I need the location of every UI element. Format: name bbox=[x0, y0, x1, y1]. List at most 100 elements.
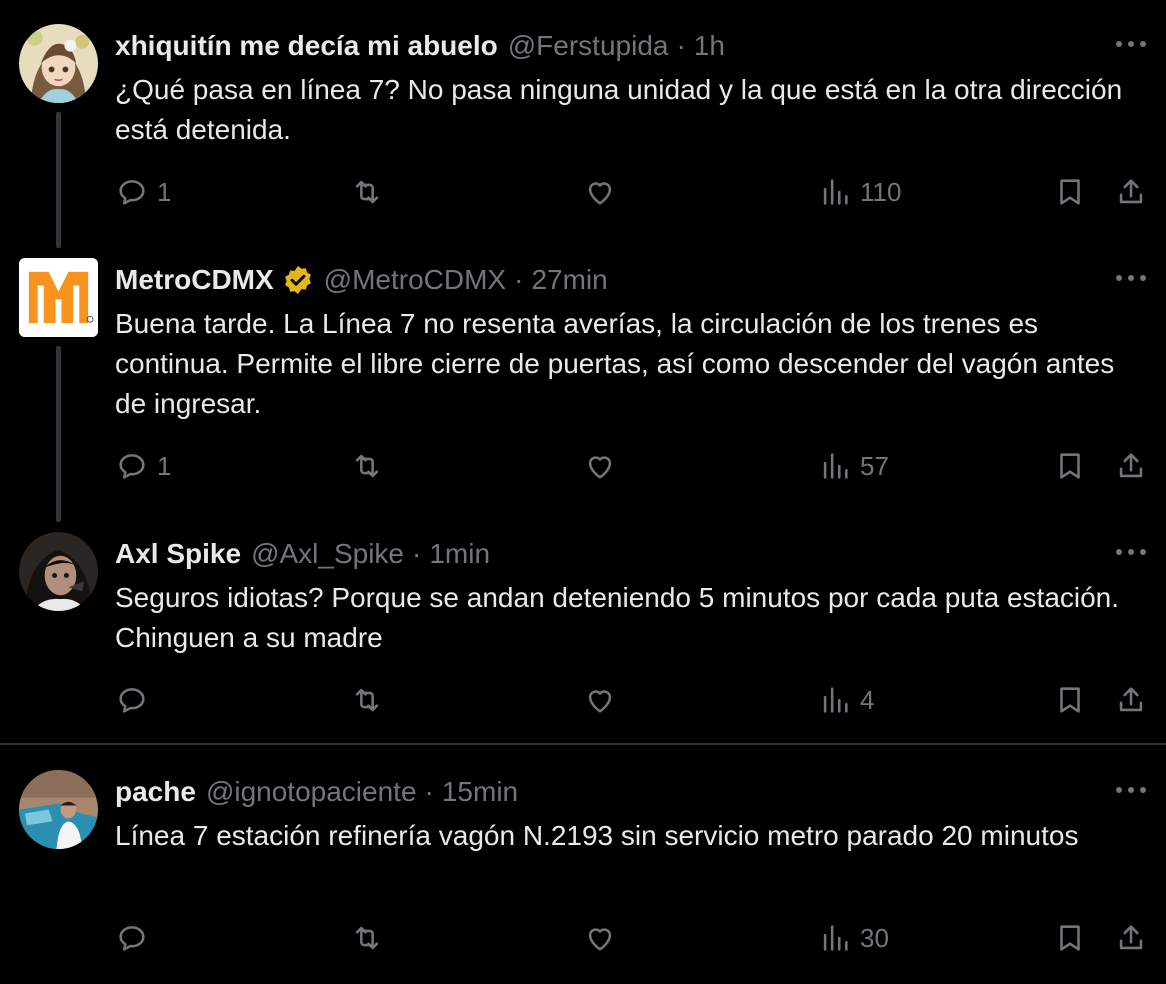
share-button[interactable] bbox=[1114, 170, 1148, 214]
timestamp[interactable]: 15min bbox=[442, 776, 518, 808]
retweet-icon bbox=[355, 926, 379, 950]
reply-button[interactable] bbox=[115, 916, 157, 960]
bookmark-icon bbox=[1060, 925, 1080, 951]
separator: · bbox=[514, 264, 524, 295]
retweet-icon bbox=[355, 688, 379, 712]
user-avatar[interactable] bbox=[19, 532, 98, 611]
like-button[interactable] bbox=[583, 444, 617, 488]
like-button[interactable] bbox=[583, 678, 617, 722]
tweet-text: Línea 7 estación refinería vagón N.2193 … bbox=[115, 820, 1079, 851]
views-chart-icon bbox=[823, 453, 848, 479]
metro-logo-icon bbox=[19, 258, 98, 337]
share-button[interactable] bbox=[1114, 444, 1148, 488]
tweet-actions: 30 bbox=[0, 916, 1166, 960]
tweet-header: pache @ignotopaciente · 15min bbox=[115, 772, 518, 812]
retweet-button[interactable] bbox=[350, 170, 384, 214]
bookmark-button[interactable] bbox=[1053, 170, 1087, 214]
retweet-button[interactable] bbox=[350, 678, 384, 722]
share-icon bbox=[1119, 925, 1143, 950]
reply-icon bbox=[119, 180, 145, 205]
bookmark-button[interactable] bbox=[1053, 916, 1087, 960]
more-options-button[interactable] bbox=[1114, 538, 1148, 566]
person-photo-icon bbox=[19, 532, 98, 611]
retweet-icon bbox=[355, 454, 379, 478]
reply-icon bbox=[119, 926, 145, 951]
tweet-actions: 1 57 bbox=[0, 444, 1166, 488]
tweet-text: Seguros idiotas? Porque se andan detenie… bbox=[115, 582, 1127, 653]
more-dots-icon bbox=[1116, 549, 1146, 555]
display-name[interactable]: MetroCDMX bbox=[115, 264, 274, 296]
display-name[interactable]: xhiquitín me decía mi abuelo bbox=[115, 30, 498, 62]
views-button[interactable]: 30 bbox=[818, 916, 889, 960]
tweet[interactable]: pache @ignotopaciente · 15min Línea 7 es… bbox=[0, 746, 1166, 984]
views-button[interactable]: 57 bbox=[818, 444, 889, 488]
user-avatar[interactable] bbox=[19, 24, 98, 103]
user-avatar[interactable] bbox=[19, 770, 98, 849]
timestamp[interactable]: 27min bbox=[531, 264, 607, 296]
heart-icon bbox=[588, 182, 612, 205]
share-button[interactable] bbox=[1114, 678, 1148, 722]
tweet-feed: xhiquitín me decía mi abuelo @Ferstupida… bbox=[0, 0, 1166, 984]
views-count: 30 bbox=[860, 922, 889, 953]
views-count: 110 bbox=[860, 176, 902, 207]
retweet-button[interactable] bbox=[350, 916, 384, 960]
separator: · bbox=[676, 30, 686, 61]
user-handle[interactable]: @Axl_Spike bbox=[251, 538, 404, 570]
user-handle[interactable]: @Ferstupida bbox=[508, 30, 669, 62]
like-button[interactable] bbox=[583, 916, 617, 960]
views-button[interactable]: 110 bbox=[818, 170, 901, 214]
user-handle[interactable]: @MetroCDMX bbox=[324, 264, 506, 296]
bookmark-icon bbox=[1060, 453, 1080, 479]
tweet-text: Buena tarde. La Línea 7 no resenta averí… bbox=[115, 308, 1123, 419]
tweet-header: Axl Spike @Axl_Spike · 1min bbox=[115, 534, 490, 574]
tweet-divider bbox=[0, 743, 1166, 745]
reply-button[interactable]: 1 bbox=[115, 444, 171, 488]
bookmark-button[interactable] bbox=[1053, 678, 1087, 722]
more-options-button[interactable] bbox=[1114, 30, 1148, 58]
heart-icon bbox=[588, 928, 612, 951]
more-options-button[interactable] bbox=[1114, 264, 1148, 292]
like-button[interactable] bbox=[583, 170, 617, 214]
timestamp[interactable]: 1min bbox=[429, 538, 490, 570]
views-count: 4 bbox=[860, 684, 875, 715]
more-dots-icon bbox=[1116, 41, 1146, 47]
heart-icon bbox=[588, 690, 612, 713]
bookmark-button[interactable] bbox=[1053, 444, 1087, 488]
tweet-text: ¿Qué pasa en línea 7? No pasa ninguna un… bbox=[115, 74, 1130, 145]
tweet-header: MetroCDMX @MetroCDMX · 27min bbox=[115, 260, 608, 300]
views-count: 57 bbox=[860, 450, 889, 481]
reply-button[interactable]: 1 bbox=[115, 170, 171, 214]
reply-count: 1 bbox=[157, 450, 172, 481]
more-options-button[interactable] bbox=[1114, 776, 1148, 804]
display-name[interactable]: pache bbox=[115, 776, 196, 808]
gold-verified-badge-icon[interactable] bbox=[282, 264, 314, 296]
retweet-button[interactable] bbox=[350, 444, 384, 488]
user-handle[interactable]: @ignotopaciente bbox=[206, 776, 417, 808]
reply-icon bbox=[119, 454, 145, 479]
share-icon bbox=[1119, 687, 1143, 712]
bookmark-icon bbox=[1060, 687, 1080, 713]
views-chart-icon bbox=[823, 179, 848, 205]
more-dots-icon bbox=[1116, 787, 1146, 793]
tweet[interactable]: xhiquitín me decía mi abuelo @Ferstupida… bbox=[0, 0, 1166, 246]
separator: · bbox=[412, 538, 422, 569]
bookmark-icon bbox=[1060, 179, 1080, 205]
reply-count: 1 bbox=[157, 176, 172, 207]
heart-icon bbox=[588, 456, 612, 479]
display-name[interactable]: Axl Spike bbox=[115, 538, 241, 570]
share-icon bbox=[1119, 453, 1143, 478]
views-chart-icon bbox=[823, 687, 848, 713]
timestamp[interactable]: 1h bbox=[694, 30, 725, 62]
views-button[interactable]: 4 bbox=[818, 678, 874, 722]
reply-icon bbox=[119, 688, 145, 713]
retweet-icon bbox=[355, 180, 379, 204]
tweet[interactable]: MetroCDMX @MetroCDMX · 27min Buena tarde… bbox=[0, 234, 1166, 522]
user-avatar[interactable] bbox=[19, 258, 98, 337]
share-button[interactable] bbox=[1114, 916, 1148, 960]
share-icon bbox=[1119, 179, 1143, 204]
tweet[interactable]: Axl Spike @Axl_Spike · 1min Seguros idio… bbox=[0, 508, 1166, 744]
car-photo-icon bbox=[19, 770, 98, 849]
tweet-actions: 1 110 bbox=[0, 170, 1166, 214]
reply-button[interactable] bbox=[115, 678, 157, 722]
views-chart-icon bbox=[823, 925, 848, 951]
